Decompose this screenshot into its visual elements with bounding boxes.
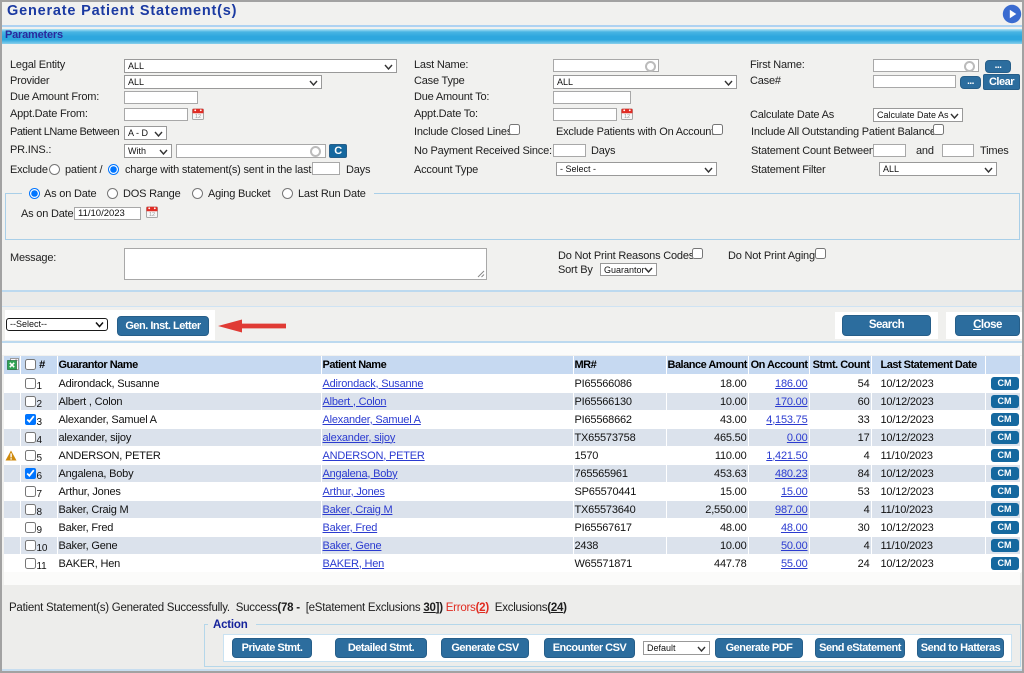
svg-text:12: 12 <box>624 114 630 120</box>
svg-text:12: 12 <box>149 212 155 218</box>
svg-text:12: 12 <box>195 114 201 120</box>
